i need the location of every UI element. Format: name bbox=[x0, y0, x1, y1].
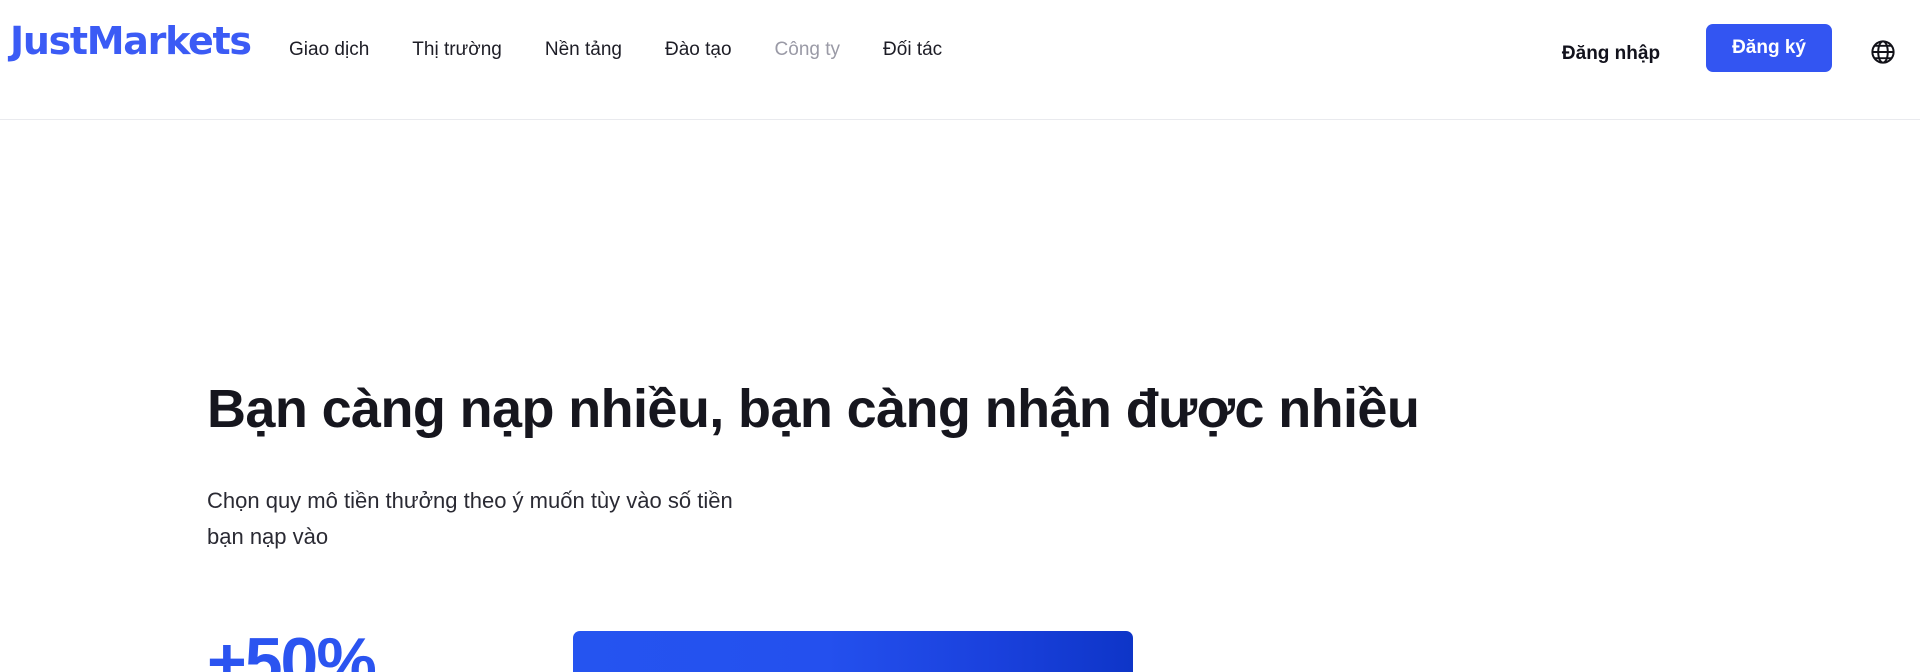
header-actions: Đăng nhập Đăng ký bbox=[1562, 24, 1898, 72]
bonus-progress-bar[interactable] bbox=[573, 631, 1133, 672]
site-header: JustMarkets Giao dịch Thị trường Nền tản… bbox=[0, 0, 1920, 120]
nav-item-company[interactable]: Công ty bbox=[775, 38, 840, 62]
hero-subtitle: Chọn quy mô tiền thưởng theo ý muốn tùy … bbox=[207, 483, 733, 555]
hero-subtitle-line-1: Chọn quy mô tiền thưởng theo ý muốn tùy … bbox=[207, 488, 733, 513]
brand-logo[interactable]: JustMarkets bbox=[10, 22, 252, 60]
language-switcher-button[interactable] bbox=[1868, 38, 1898, 68]
nav-item-platforms[interactable]: Nền tảng bbox=[545, 38, 622, 62]
hero-section: Bạn càng nạp nhiều, bạn càng nhận được n… bbox=[0, 120, 1920, 672]
nav-item-education[interactable]: Đào tạo bbox=[665, 38, 732, 62]
signup-button[interactable]: Đăng ký bbox=[1706, 24, 1832, 72]
bonus-percent-value: +50% bbox=[207, 624, 377, 672]
nav-item-markets[interactable]: Thị trường bbox=[412, 38, 502, 62]
login-link[interactable]: Đăng nhập bbox=[1562, 30, 1660, 66]
nav-item-trading[interactable]: Giao dịch bbox=[289, 38, 369, 62]
globe-icon bbox=[1869, 38, 1897, 69]
bonus-tier-row: +50% Với số tiền nạp từ $10 trở lên bbox=[207, 623, 1207, 672]
main-navigation: Giao dịch Thị trường Nền tảng Đào tạo Cô… bbox=[289, 38, 942, 62]
hero-subtitle-line-2: bạn nạp vào bbox=[207, 524, 329, 549]
bonus-tier-info: +50% Với số tiền nạp từ $10 trở lên bbox=[207, 623, 507, 672]
nav-item-partners[interactable]: Đối tác bbox=[883, 38, 942, 62]
page-title: Bạn càng nạp nhiều, bạn càng nhận được n… bbox=[207, 379, 1420, 439]
